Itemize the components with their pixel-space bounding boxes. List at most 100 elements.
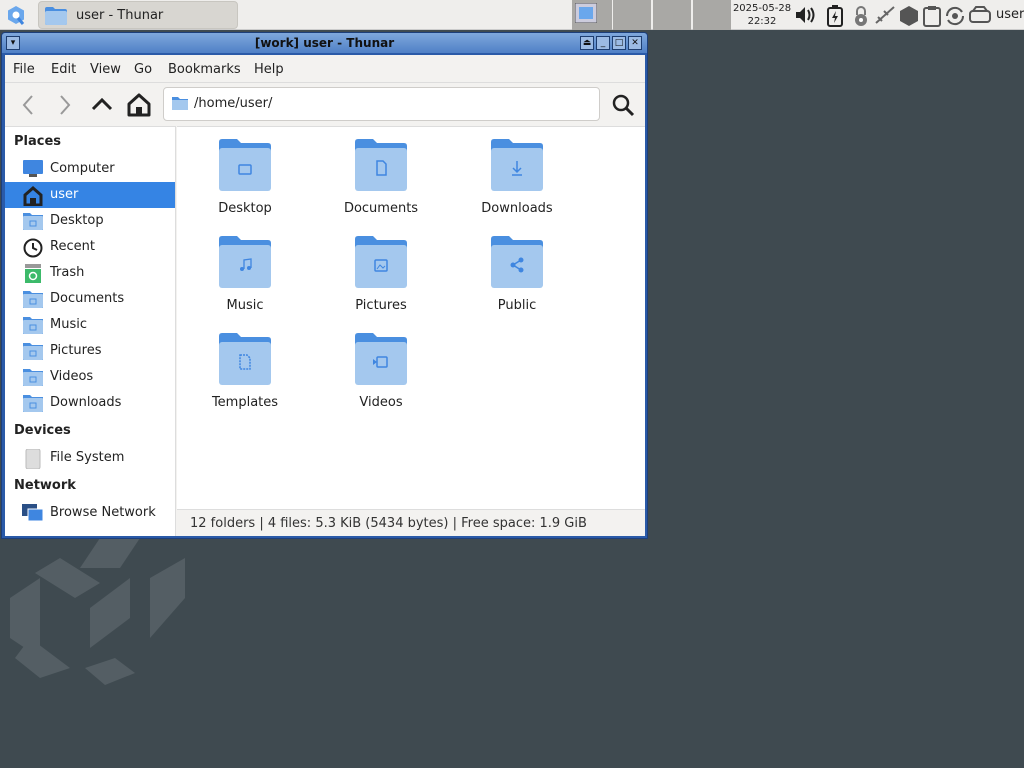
home-icon[interactable] (125, 91, 153, 119)
sidebar-item-documents[interactable]: Documents (5, 286, 175, 312)
workspace-2[interactable] (613, 0, 651, 30)
workspace-4[interactable] (693, 0, 731, 30)
drive-icon[interactable] (968, 5, 992, 25)
folder-downloads[interactable]: Downloads (457, 139, 577, 216)
sidebar-item-music[interactable]: Music (5, 312, 175, 338)
sidebar-item-downloads[interactable]: Downloads (5, 390, 175, 416)
time: 22:32 (747, 16, 777, 27)
trash-icon (22, 264, 44, 283)
home-folder-icon (172, 97, 188, 110)
sidebar-item-computer[interactable]: Computer (5, 156, 175, 182)
sidebar-item-recent[interactable]: Recent (5, 234, 175, 260)
menu-edit[interactable]: Edit (51, 62, 76, 77)
sidebar-item-label: Downloads (50, 395, 122, 410)
folder-music[interactable]: Music (185, 236, 305, 313)
places-header: Places (14, 134, 62, 149)
network-header: Network (14, 478, 76, 493)
user-menu[interactable]: user (996, 7, 1024, 22)
folder-templates[interactable]: Templates (185, 333, 305, 410)
folder-label: Downloads (481, 201, 553, 216)
location-path: /home/user/ (194, 96, 273, 111)
lock-icon[interactable] (852, 5, 870, 27)
folder-label: Pictures (355, 298, 407, 313)
folder-icon (355, 236, 407, 288)
folder-icon (22, 316, 44, 334)
sidebar-item-trash[interactable]: Trash (5, 260, 175, 286)
folder-icon (22, 290, 44, 308)
workspace-1[interactable] (572, 0, 612, 30)
status-text: 12 folders | 4 files: 5.3 KiB (5434 byte… (190, 516, 587, 531)
sidebar-item-label: Music (50, 317, 87, 332)
sidebar-item-label: Desktop (50, 213, 104, 228)
thunar-window: ▾ [work] user - Thunar ⏏ _ □ ✕ File Edit… (1, 32, 648, 539)
folder-icon (22, 342, 44, 360)
app-menu-icon[interactable] (6, 5, 26, 25)
close-button[interactable]: ✕ (628, 36, 642, 50)
search-icon[interactable] (609, 91, 637, 119)
battery-icon[interactable] (826, 5, 844, 27)
status-bar: 12 folders | 4 files: 5.3 KiB (5434 byte… (177, 509, 645, 536)
sidebar-item-label: user (50, 187, 79, 202)
folder-label: Documents (343, 201, 419, 216)
folder-icon (219, 333, 271, 385)
network-icon (22, 504, 44, 522)
taskbar-title: user - Thunar (76, 8, 164, 23)
menu-file[interactable]: File (13, 62, 35, 77)
maximize-button[interactable]: □ (612, 36, 626, 50)
menu-go[interactable]: Go (134, 62, 152, 77)
folder-documents[interactable]: Documents (321, 139, 441, 216)
menu-view[interactable]: View (90, 62, 121, 77)
sidebar-item-label: Recent (50, 239, 95, 254)
sidebar-item-label: Browse Network (50, 505, 156, 520)
date: 2025-05-28 (732, 3, 792, 14)
window-title: [work] user - Thunar (254, 36, 395, 50)
sidebar-item-file-system[interactable]: File System (5, 445, 175, 471)
folder-desktop[interactable]: Desktop (185, 139, 305, 216)
computer-icon (22, 160, 44, 178)
home-icon (22, 186, 44, 207)
wallpaper-logo (10, 538, 185, 685)
clipboard-icon[interactable] (922, 5, 942, 27)
sidebar-item-videos[interactable]: Videos (5, 364, 175, 390)
minimize-button[interactable]: _ (596, 36, 610, 50)
folder-videos[interactable]: Videos (321, 333, 441, 410)
folder-icon (355, 333, 407, 385)
network-disconnected-icon[interactable] (874, 5, 896, 25)
sidebar-item-pictures[interactable]: Pictures (5, 338, 175, 364)
folder-icon (355, 139, 407, 191)
folder-icon (22, 368, 44, 386)
sidebar-item-desktop[interactable]: Desktop (5, 208, 175, 234)
up-icon[interactable] (88, 91, 116, 119)
update-icon[interactable] (944, 5, 966, 27)
menu-help[interactable]: Help (254, 62, 284, 77)
folder-label: Desktop (218, 201, 272, 216)
folder-pictures[interactable]: Pictures (321, 236, 441, 313)
folder-icon (22, 212, 44, 230)
clock-icon (22, 238, 44, 258)
sidebar-item-label: Computer (50, 161, 115, 176)
clock[interactable]: 2025-05-28 22:32 (732, 2, 792, 28)
folder-icon (574, 2, 598, 24)
workspace-3[interactable] (653, 0, 691, 30)
shade-button[interactable]: ⏏ (580, 36, 594, 50)
sidebar-item-label: Pictures (50, 343, 102, 358)
sidebar-item-browse-network[interactable]: Browse Network (5, 500, 175, 526)
location-bar[interactable]: /home/user/ (163, 87, 600, 121)
folder-label: Music (226, 298, 264, 313)
menu-bookmarks[interactable]: Bookmarks (168, 62, 241, 77)
forward-icon[interactable] (50, 91, 78, 119)
folder-public[interactable]: Public (457, 236, 577, 313)
folder-icon (491, 139, 543, 191)
drive-icon (22, 448, 44, 470)
volume-icon[interactable] (794, 5, 818, 25)
back-icon[interactable] (15, 91, 43, 119)
sidebar-item-label: Trash (50, 265, 85, 280)
sidebar-item-user[interactable]: user (5, 182, 175, 208)
package-icon[interactable] (898, 5, 920, 27)
folder-icon (491, 236, 543, 288)
folder-icon (22, 394, 44, 412)
title-bar[interactable]: ▾ [work] user - Thunar ⏏ _ □ ✕ (2, 33, 647, 53)
sidebar-item-label: File System (50, 450, 125, 465)
taskbar-thunar[interactable]: user - Thunar (38, 1, 238, 29)
folder-label: Templates (211, 395, 279, 410)
